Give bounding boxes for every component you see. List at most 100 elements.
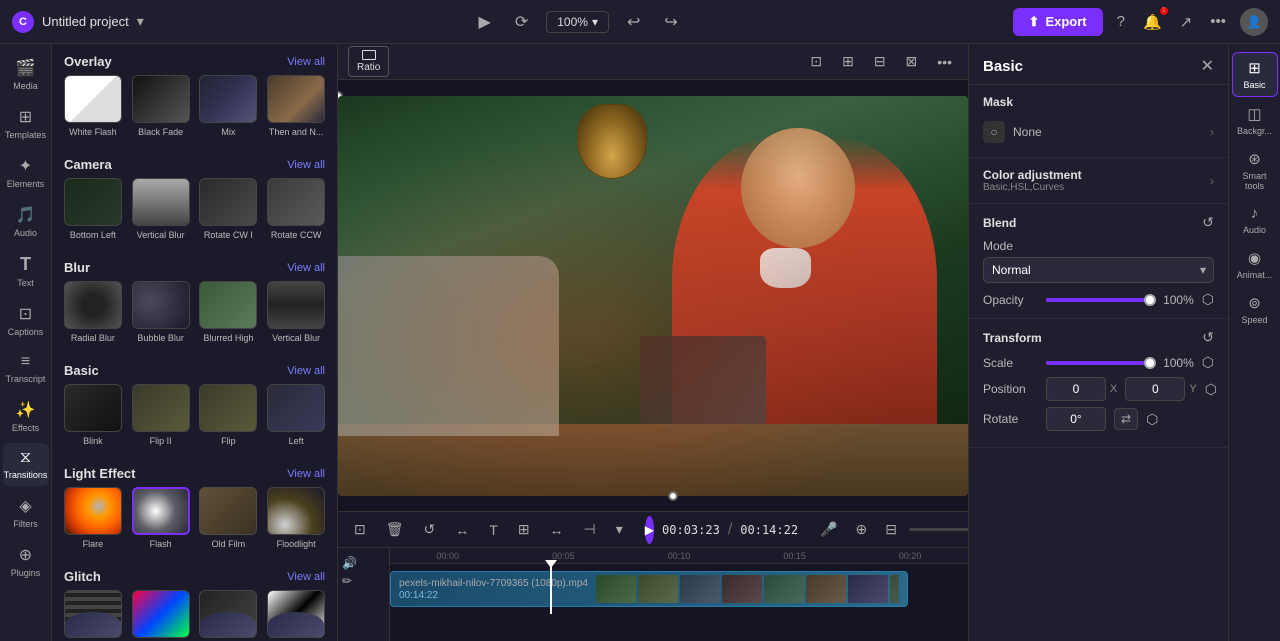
- help-button[interactable]: ?: [1113, 9, 1129, 34]
- effect-flip[interactable]: Flip: [198, 384, 260, 446]
- sidebar-item-effects[interactable]: ✨ Effects: [3, 394, 49, 439]
- position-y-input[interactable]: [1125, 377, 1185, 401]
- canvas-more-button[interactable]: •••: [931, 51, 958, 73]
- sidebar-item-media[interactable]: 🎬 Media: [3, 52, 49, 97]
- timeline-tool-trim[interactable]: ↔: [449, 519, 475, 541]
- effect-flip-ii[interactable]: Flip II: [130, 384, 192, 446]
- sidebar-item-templates[interactable]: ⊞ Templates: [3, 101, 49, 146]
- timeline-add-button[interactable]: ⊕: [850, 518, 874, 541]
- sidebar-item-audio[interactable]: 🎵 Audio: [3, 199, 49, 244]
- flip-h-button[interactable]: ⇄: [1114, 408, 1138, 430]
- glitch-view-all[interactable]: View all: [287, 571, 325, 583]
- sidebar-item-plugins[interactable]: ⊕ Plugins: [3, 539, 49, 584]
- sidebar-item-filters[interactable]: ◈ Filters: [3, 490, 49, 535]
- sidebar-item-elements[interactable]: ✦ Elements: [3, 150, 49, 195]
- effect-vertical-blur[interactable]: Vertical Blur: [130, 178, 192, 240]
- share-button[interactable]: ↗: [1176, 9, 1197, 35]
- timeline-tool-stack[interactable]: ⊞: [512, 518, 536, 541]
- blur-view-all[interactable]: View all: [287, 262, 325, 274]
- effect-bottom-left[interactable]: Bottom Left: [62, 178, 124, 240]
- canvas-tool-expand[interactable]: ⊡: [804, 50, 828, 73]
- effect-then-and-now[interactable]: Then and N...: [265, 75, 327, 137]
- effect-vertical-blur2[interactable]: Vertical Blur: [265, 281, 327, 343]
- position-x-input[interactable]: [1046, 377, 1106, 401]
- timeline-tool-align[interactable]: ↔: [544, 519, 570, 541]
- effect-strobe[interactable]: Strobe: [265, 590, 327, 641]
- far-btn-smart-tools[interactable]: ⊛ Smart tools: [1232, 144, 1278, 197]
- mic-button[interactable]: 🎤: [814, 518, 843, 541]
- effect-flare[interactable]: Flare: [62, 487, 124, 549]
- effect-blink[interactable]: Blink: [62, 384, 124, 446]
- timeline-tool-more[interactable]: ▾: [610, 518, 629, 541]
- opacity-slider[interactable]: [1046, 298, 1150, 302]
- effect-mix[interactable]: Mix: [198, 75, 260, 137]
- canvas-tool-crop[interactable]: ⊟: [868, 50, 892, 73]
- scale-reset-icon[interactable]: ⬡: [1202, 354, 1214, 371]
- timeline-tool-loop[interactable]: ↺: [418, 518, 442, 541]
- timeline-tool-split[interactable]: ⊡: [348, 518, 372, 541]
- blend-mode-select[interactable]: Normal Multiply Screen Overlay: [983, 257, 1214, 283]
- effect-blurred-high[interactable]: Blurred High: [198, 281, 260, 343]
- sidebar-item-transitions[interactable]: ⧖ Transitions: [3, 443, 49, 486]
- ratio-button[interactable]: Ratio: [348, 46, 389, 77]
- timeline-zoom-out[interactable]: ⊟: [879, 518, 903, 541]
- edit-icon[interactable]: ✏: [342, 574, 385, 588]
- effect-black-fade[interactable]: Black Fade: [130, 75, 192, 137]
- sidebar-item-text[interactable]: T Text: [3, 248, 49, 294]
- basic-view-all[interactable]: View all: [287, 365, 325, 377]
- opacity-reset-icon[interactable]: ⬡: [1202, 291, 1214, 308]
- notification-button[interactable]: 🔔 1: [1139, 9, 1166, 35]
- effect-rotate-cw[interactable]: Rotate CW I: [198, 178, 260, 240]
- mask-row[interactable]: ○ None ›: [983, 117, 1214, 147]
- canvas-tool-grid[interactable]: ⊞: [836, 50, 860, 73]
- clip-item[interactable]: pexels-mikhail-nilov-7709365 (1080p).mp4…: [390, 571, 908, 607]
- far-btn-background[interactable]: ◫ Backgr...: [1232, 99, 1278, 142]
- effect-radial-blur[interactable]: Radial Blur: [62, 281, 124, 343]
- blend-reset-icon[interactable]: ↺: [1202, 214, 1214, 231]
- volume-icon[interactable]: 🔊: [342, 556, 385, 570]
- overlay-view-all[interactable]: View all: [287, 56, 325, 68]
- effect-rotate-ccw[interactable]: Rotate CCW: [265, 178, 327, 240]
- timeline-tool-text[interactable]: T: [483, 519, 504, 541]
- close-panel-button[interactable]: ✕: [1201, 56, 1214, 76]
- project-dropdown-icon[interactable]: ▾: [137, 13, 144, 30]
- playhead[interactable]: [550, 564, 552, 614]
- effect-glitch[interactable]: Glitch: [198, 590, 260, 641]
- effect-left[interactable]: Left: [265, 384, 327, 446]
- canvas-tool-frame[interactable]: ⊠: [900, 50, 924, 73]
- more-options-button[interactable]: •••: [1206, 9, 1230, 34]
- sidebar-item-captions[interactable]: ⊡ Captions: [3, 298, 49, 343]
- light-effect-view-all[interactable]: View all: [287, 468, 325, 480]
- color-adjustment-section[interactable]: Color adjustment Basic,HSL,Curves ›: [969, 158, 1228, 204]
- play-button[interactable]: ▶: [473, 8, 497, 36]
- redo-button[interactable]: ↪: [658, 8, 683, 36]
- effect-strobe-ii[interactable]: Strobe II: [62, 590, 124, 641]
- position-reset-icon[interactable]: ⬡: [1205, 381, 1217, 398]
- scale-slider[interactable]: [1046, 361, 1150, 365]
- undo-button[interactable]: ↩: [621, 8, 646, 36]
- timeline-tool-delete[interactable]: 🗑: [380, 518, 410, 541]
- far-btn-animate[interactable]: ◉ Animat...: [1232, 243, 1278, 286]
- far-btn-audio[interactable]: ♪ Audio: [1232, 199, 1278, 241]
- effect-color-glitch[interactable]: Color Glitch: [130, 590, 192, 641]
- effect-bubble-blur[interactable]: Bubble Blur: [130, 281, 192, 343]
- user-avatar[interactable]: 👤: [1240, 8, 1268, 36]
- play-button-timeline[interactable]: ▶: [645, 516, 654, 544]
- effect-flash[interactable]: Flash: [130, 487, 192, 549]
- far-btn-basic[interactable]: ⊞ Basic: [1232, 52, 1278, 97]
- sidebar-item-transcript[interactable]: ≡ Transcript: [3, 347, 49, 390]
- camera-view-all[interactable]: View all: [287, 159, 325, 171]
- effect-floodlight[interactable]: Floodlight: [265, 487, 327, 549]
- rotate-reset-icon[interactable]: ⬡: [1146, 411, 1158, 428]
- timeline-tool-speed[interactable]: ⊣: [578, 518, 602, 541]
- time-separator: /: [728, 521, 732, 539]
- effect-white-flash[interactable]: White Flash: [62, 75, 124, 137]
- export-button[interactable]: ⬆ Export: [1013, 8, 1103, 36]
- zoom-control[interactable]: 100% ▾: [546, 11, 609, 33]
- rotate-input[interactable]: [1046, 407, 1106, 431]
- effect-old-film[interactable]: Old Film: [198, 487, 260, 549]
- transform-reset-icon[interactable]: ↺: [1202, 329, 1214, 346]
- refresh-button[interactable]: ⟳: [509, 8, 534, 36]
- corner-handle-br[interactable]: [668, 491, 678, 501]
- far-btn-speed[interactable]: ⊚ Speed: [1232, 288, 1278, 331]
